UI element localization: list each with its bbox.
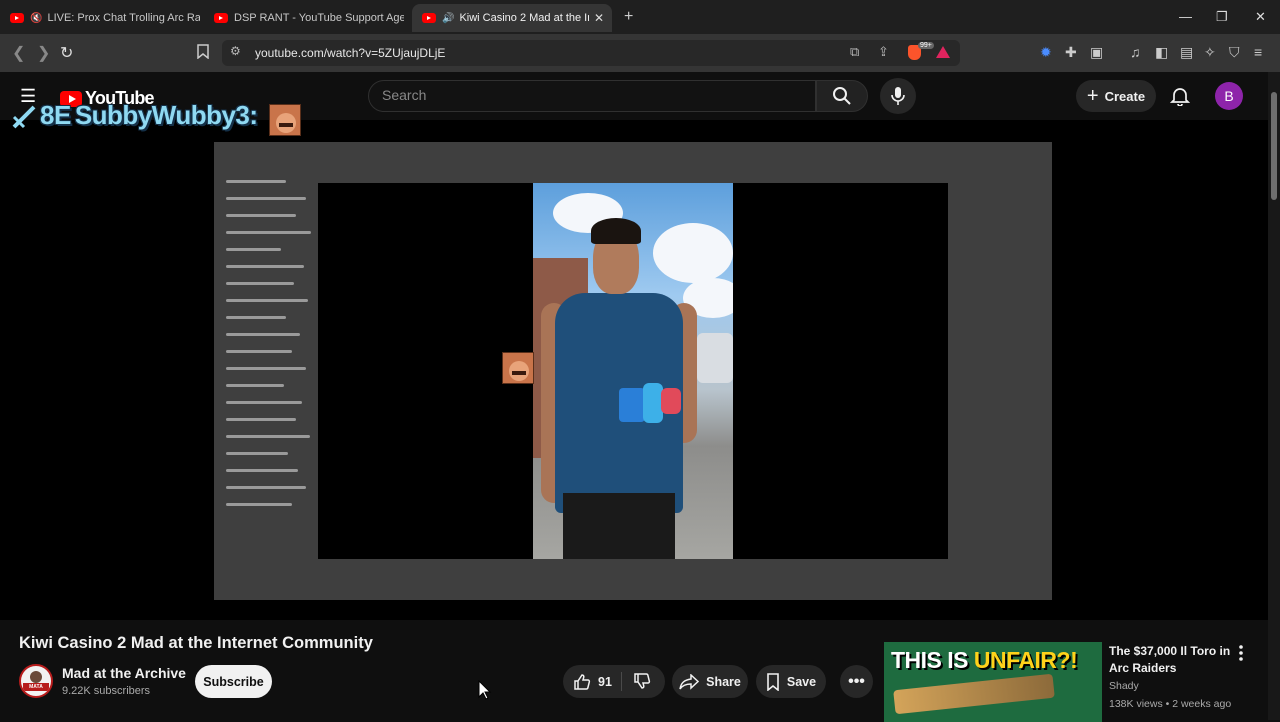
search-box[interactable]	[368, 80, 816, 112]
search-icon	[833, 87, 851, 105]
recommended-video-title[interactable]: The $37,000 Il Toro in Arc Raiders	[1109, 643, 1233, 677]
share-label: Share	[706, 674, 741, 689]
voice-search-button[interactable]	[880, 78, 916, 114]
channel-avatar-text: MATA	[23, 683, 49, 691]
wallet-icon[interactable]: ▤	[1180, 44, 1193, 61]
chat-emote-image	[502, 352, 534, 384]
channel-name[interactable]: Mad at the Archive	[62, 665, 186, 681]
close-window-icon[interactable]: ✕	[1255, 9, 1266, 25]
badge-icon: 8E	[40, 100, 71, 130]
leo-ai-icon[interactable]: ✧	[1204, 44, 1216, 61]
reload-icon[interactable]: ↻	[60, 43, 73, 63]
forward-icon[interactable]: ❯	[37, 43, 50, 63]
save-label: Save	[786, 674, 817, 689]
site-settings-icon[interactable]: ⚙	[230, 44, 241, 58]
extensions-icon[interactable]: ✚	[1065, 44, 1077, 61]
browser-tab-bar: 🔇 LIVE: Prox Chat Trolling Arc Raiders D…	[0, 0, 1280, 34]
account-avatar[interactable]: B	[1215, 82, 1243, 110]
share-page-icon[interactable]: ⇪	[878, 44, 889, 60]
audio-playing-icon: 🔊	[442, 12, 455, 24]
video-player[interactable]	[0, 120, 1268, 620]
thumbnail-text-part-1: THIS IS	[891, 647, 974, 673]
recommended-video-meta: 138K views • 2 weeks ago	[1109, 698, 1232, 710]
sword-icon	[12, 105, 36, 128]
portrait-video-clip	[533, 183, 733, 559]
sidebar-panel-icon[interactable]: ▣	[1090, 44, 1103, 61]
recommended-video-thumbnail[interactable]: THIS IS UNFAIR?!	[884, 642, 1102, 722]
overlay-username: SubbyWubby3:	[74, 100, 258, 130]
thumbnail-text-part-2: UNFAIR?!	[973, 647, 1078, 673]
tab-title: DSP RANT - YouTube Support Agent	[234, 12, 404, 24]
browser-tab-3-active[interactable]: 🔊 Kiwi Casino 2 Mad at the Internet ✕	[412, 4, 612, 32]
browser-tab-2[interactable]: DSP RANT - YouTube Support Agent	[214, 4, 404, 32]
share-button[interactable]: Share	[672, 665, 748, 698]
close-tab-icon[interactable]: ✕	[594, 11, 604, 25]
youtube-favicon-icon	[422, 13, 436, 23]
create-button[interactable]: + Create	[1076, 80, 1156, 112]
cast-icon[interactable]: ⧉	[850, 44, 859, 60]
stream-chat-overlay: 8E SubbyWubby3:	[10, 100, 258, 131]
create-label: Create	[1104, 88, 1146, 104]
share-icon	[679, 673, 700, 690]
browser-menu-icon[interactable]: ≡	[1254, 44, 1262, 60]
thumbs-down-icon	[634, 673, 651, 689]
video-title: Kiwi Casino 2 Mad at the Internet Commun…	[19, 634, 373, 652]
overlay-emote-image	[269, 104, 301, 136]
microphone-icon	[891, 87, 905, 105]
search-button[interactable]	[816, 80, 868, 112]
thumbs-up-icon	[574, 673, 591, 690]
vpn-shield-icon[interactable]: ⛉	[1229, 44, 1240, 61]
recommended-video-channel[interactable]: Shady	[1109, 680, 1139, 692]
bookmark-icon[interactable]	[197, 44, 209, 62]
subscribe-button[interactable]: Subscribe	[195, 665, 272, 698]
media-music-icon[interactable]: ♫	[1130, 44, 1141, 60]
save-bookmark-icon	[767, 672, 779, 691]
dislike-button[interactable]	[633, 672, 651, 695]
youtube-favicon-icon	[10, 13, 24, 23]
scrollbar-thumb[interactable]	[1271, 92, 1277, 200]
like-count: 91	[598, 674, 612, 689]
youtube-favicon-icon	[214, 13, 228, 23]
like-separator	[621, 672, 622, 691]
muted-speaker-icon: 🔇	[30, 12, 43, 24]
plus-icon: +	[1086, 85, 1099, 107]
channel-avatar[interactable]: MATA	[19, 664, 53, 698]
subscriber-count: 9.22K subscribers	[62, 685, 151, 697]
minimize-icon[interactable]: —	[1179, 9, 1192, 24]
more-actions-button[interactable]: •••	[840, 665, 873, 698]
brave-rewards-icon[interactable]	[936, 46, 950, 58]
search-input[interactable]	[382, 87, 802, 103]
more-horizontal-icon: •••	[848, 672, 865, 690]
browser-tab-1[interactable]: 🔇 LIVE: Prox Chat Trolling Arc Raiders	[10, 4, 200, 32]
restore-window-icon[interactable]: ❐	[1216, 9, 1228, 25]
tab-title: LIVE: Prox Chat Trolling Arc Raiders	[47, 12, 200, 24]
thumbnail-weapon-image	[893, 673, 1055, 715]
notifications-bell-icon[interactable]	[1169, 86, 1191, 111]
new-tab-icon[interactable]: +	[624, 8, 633, 26]
browser-toolbar: ❮ ❯ ↻ ⚙ youtube.com/watch?v=5ZUjaujDLjE …	[0, 34, 1280, 72]
like-button[interactable]: 91	[573, 673, 612, 691]
mouse-cursor-icon	[478, 680, 492, 700]
brave-shields-count: 99+	[918, 42, 934, 49]
page-scrollbar[interactable]	[1268, 72, 1280, 720]
thumbnail-text: THIS IS UNFAIR?!	[891, 647, 1078, 674]
extension-vpn-icon[interactable]: ✹	[1040, 44, 1052, 61]
save-button[interactable]: Save	[756, 665, 826, 698]
url-text[interactable]: youtube.com/watch?v=5ZUjaujDLjE	[255, 46, 445, 60]
sidebar-toggle-icon[interactable]: ◧	[1155, 44, 1168, 61]
tab-title: Kiwi Casino 2 Mad at the Internet	[459, 12, 589, 24]
address-bar[interactable]: ⚙ youtube.com/watch?v=5ZUjaujDLjE ⧉ ⇪ 99…	[222, 40, 960, 66]
background-list-lines	[226, 180, 316, 580]
back-icon[interactable]: ❮	[12, 43, 25, 63]
more-vertical-icon[interactable]	[1236, 644, 1246, 667]
